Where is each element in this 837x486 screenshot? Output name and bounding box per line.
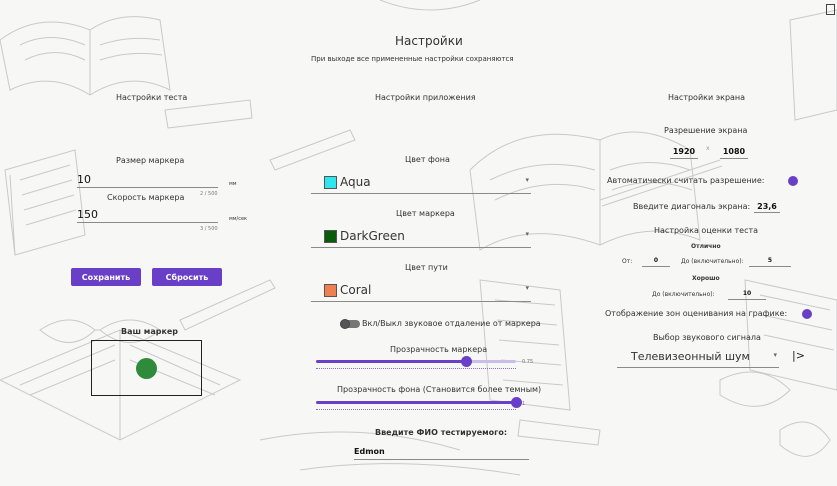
chevron-down-icon: ▾ (525, 230, 529, 238)
fio-input[interactable] (354, 444, 529, 460)
marker-speed-counter: 3 / 500 (200, 226, 218, 232)
page-title: Настройки (395, 34, 463, 48)
grading-label: Настройка оценки теста (654, 226, 759, 235)
section-screen-title: Настройки экрана (668, 93, 746, 102)
zones-label: Отображение зон оценивания на графике: (605, 309, 788, 318)
play-sound-button[interactable]: |> (792, 349, 805, 362)
toggle-knob (788, 176, 798, 186)
bg-color-label: Цвет фона (405, 155, 450, 164)
sound-distance-toggle[interactable] (340, 319, 360, 329)
good-label: Хорошо (692, 275, 720, 282)
marker-color-select[interactable]: DarkGreen ▾ (311, 225, 531, 248)
toggle-knob (802, 309, 812, 319)
auto-resolution-toggle[interactable] (776, 176, 798, 186)
auto-resolution-label: Автоматически считать разрешение: (607, 176, 765, 185)
path-color-label: Цвет пути (405, 263, 448, 272)
to-good-label: До (включительно): (652, 291, 715, 298)
resolution-times: x (706, 145, 710, 152)
bg-color-swatch (324, 175, 337, 189)
marker-opacity-value: 0.75 (522, 359, 534, 365)
path-color-select[interactable]: Coral ▾ (311, 279, 531, 302)
from-label: От: (622, 258, 633, 265)
sound-signal-select[interactable]: Телевизеонный шум ▾ (617, 346, 779, 368)
marker-preview-dot (136, 358, 157, 379)
chevron-down-icon: ▾ (525, 284, 529, 292)
save-button[interactable]: Сохранить (71, 268, 141, 286)
marker-preview-label: Ваш маркер (121, 327, 179, 336)
page-subtitle: При выходе все примененные настройки сох… (311, 55, 514, 63)
path-color-swatch (324, 283, 337, 297)
reset-button[interactable]: Сбросить (152, 268, 222, 286)
fio-label: Введите ФИО тестируемого: (375, 428, 508, 437)
marker-speed-label: Скорость маркера (107, 193, 185, 202)
bg-opacity-value: 1 (522, 401, 526, 407)
sound-distance-label: Вкл/Выкл звуковое отдаление от маркера (362, 319, 541, 328)
to-good-input[interactable] (728, 288, 766, 300)
marker-color-value: DarkGreen (340, 229, 405, 243)
resolution-width-input[interactable] (670, 145, 698, 159)
marker-size-unit: мм (229, 181, 237, 187)
marker-opacity-slider-fill (316, 360, 466, 363)
bg-opacity-label: Прозрачность фона (Становится более темн… (337, 385, 542, 394)
diagonal-label: Введите диагональ экрана: (633, 202, 751, 211)
marker-preview-box (91, 340, 202, 396)
to-excellent-input[interactable] (749, 255, 791, 267)
marker-size-input[interactable] (77, 172, 218, 188)
marker-speed-input[interactable] (77, 207, 218, 223)
bg-opacity-slider-fill (316, 401, 516, 404)
marker-opacity-slider-rest (466, 360, 516, 363)
section-test-title: Настройки теста (116, 93, 188, 102)
section-app-title: Настройки приложения (375, 93, 476, 102)
diagonal-input[interactable] (754, 200, 780, 213)
marker-size-label: Размер маркера (116, 156, 185, 165)
maximize-icon[interactable] (826, 4, 835, 15)
resolution-label: Разрешение экрана (664, 126, 748, 135)
marker-opacity-label: Прозрачность маркера (390, 345, 488, 354)
path-color-value: Coral (340, 283, 372, 297)
from-input[interactable] (642, 255, 670, 267)
bg-color-value: Aqua (340, 175, 371, 189)
resolution-height-input[interactable] (720, 145, 748, 159)
marker-color-swatch (324, 229, 337, 243)
chevron-down-icon: ▾ (525, 176, 529, 184)
marker-speed-unit: мм/сек (229, 216, 248, 222)
toggle-knob (340, 319, 350, 329)
bg-opacity-slider-ticks (316, 409, 516, 410)
zones-toggle[interactable] (790, 309, 812, 319)
sound-signal-value: Телевизеонный шум (631, 350, 750, 363)
sound-signal-label: Выбор звукового сигнала (653, 333, 761, 342)
to-excellent-label: До (включительно): (681, 258, 744, 265)
marker-opacity-slider-ticks (316, 368, 516, 369)
marker-opacity-slider-thumb[interactable] (461, 356, 472, 367)
marker-color-label: Цвет маркера (396, 209, 455, 218)
excellent-label: Отлично (691, 243, 721, 250)
chevron-down-icon: ▾ (773, 351, 777, 359)
bg-opacity-slider-thumb[interactable] (511, 397, 522, 408)
marker-size-counter: 2 / 500 (200, 191, 218, 197)
bg-color-select[interactable]: Aqua ▾ (311, 171, 531, 194)
